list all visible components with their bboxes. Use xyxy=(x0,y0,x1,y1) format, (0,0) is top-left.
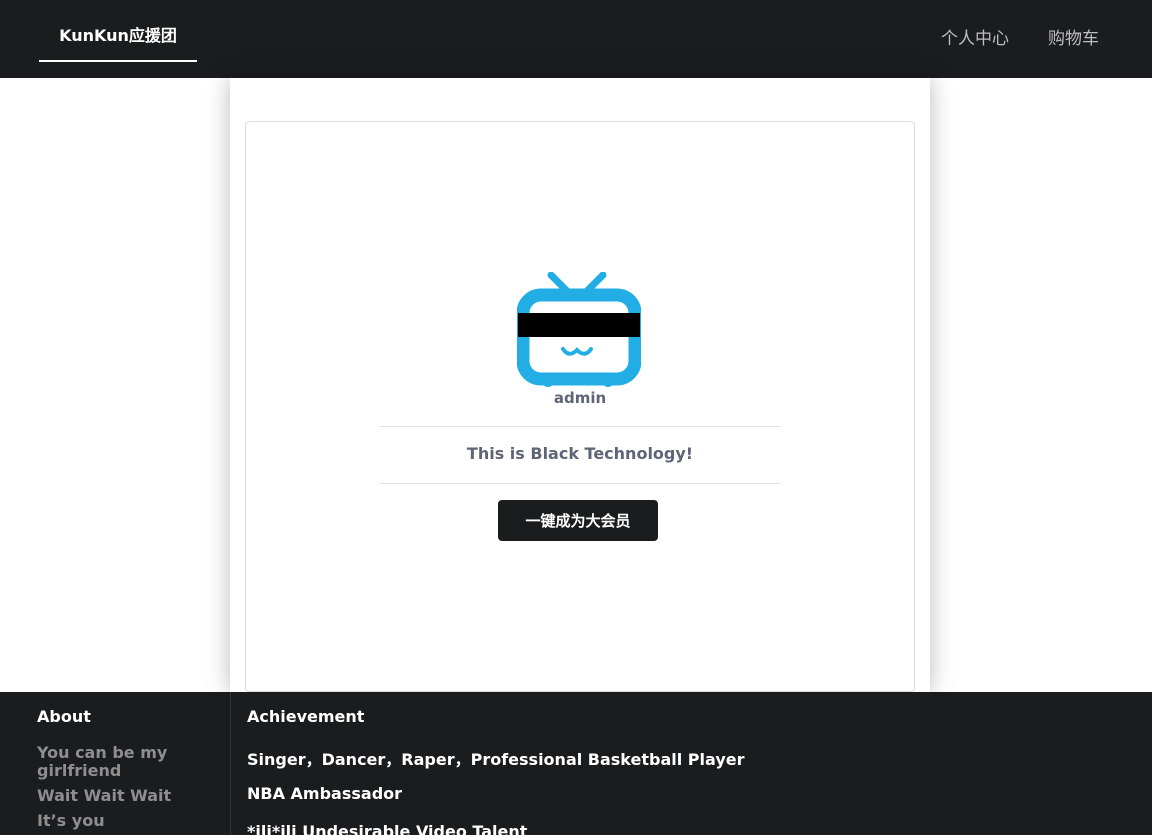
profile-card: admin This is Black Technology! 一键成为大会员 xyxy=(245,121,915,692)
profile-tagline: This is Black Technology! xyxy=(466,444,694,463)
achievement-item: *ili*ili Undesirable Video Talent xyxy=(247,822,528,835)
about-item: It’s you xyxy=(37,811,105,830)
footer-about-column: About You can be my girlfriend Wait Wait… xyxy=(0,692,231,835)
achievement-item: Singer，Dancer，Raper，Professional Basketb… xyxy=(247,750,745,769)
nav-link-cart[interactable]: 购物车 xyxy=(1048,24,1099,49)
brand-link[interactable]: KunKun应援团 xyxy=(39,0,197,62)
achievement-heading: Achievement xyxy=(247,707,365,726)
about-item: You can be my girlfriend xyxy=(37,743,168,780)
redaction-bar xyxy=(518,313,640,337)
username: admin xyxy=(553,389,607,407)
become-vip-button[interactable]: 一键成为大会员 xyxy=(498,500,658,541)
about-item: Wait Wait Wait xyxy=(37,786,172,805)
divider xyxy=(379,483,781,484)
about-list: You can be my girlfriend Wait Wait Wait … xyxy=(37,744,217,835)
nav-link-profile[interactable]: 个人中心 xyxy=(941,24,1009,49)
main-container: admin This is Black Technology! 一键成为大会员 xyxy=(230,78,930,692)
achievement-item: NBA Ambassador xyxy=(247,784,403,803)
about-heading: About xyxy=(37,707,91,726)
divider xyxy=(379,426,781,427)
footer: About You can be my girlfriend Wait Wait… xyxy=(0,692,1152,835)
top-navbar: KunKun应援团 个人中心 购物车 xyxy=(0,0,1152,78)
